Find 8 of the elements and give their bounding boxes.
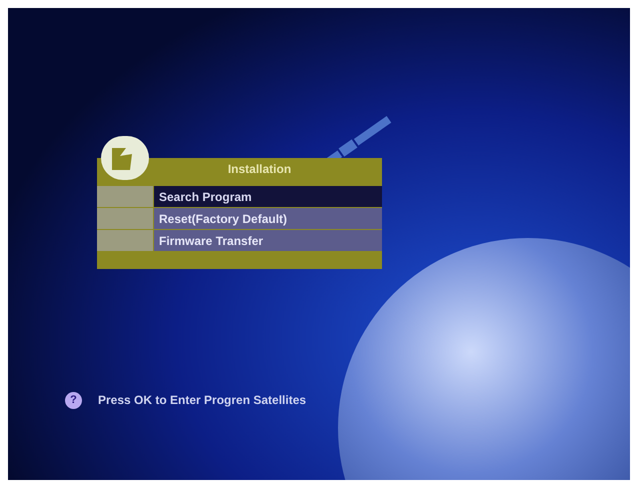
menu-item[interactable]: Firmware Transfer bbox=[154, 230, 382, 251]
menu-item[interactable]: Reset(Factory Default) bbox=[154, 208, 382, 229]
menu-item-side-block bbox=[97, 186, 153, 207]
help-text: Press OK to Enter Progren Satellites bbox=[98, 392, 306, 409]
menu-item[interactable]: Search Program bbox=[154, 186, 382, 207]
menu-title: Installation bbox=[226, 161, 292, 178]
menu-item-side-block bbox=[97, 208, 153, 229]
menu-item-side-block bbox=[97, 230, 153, 251]
